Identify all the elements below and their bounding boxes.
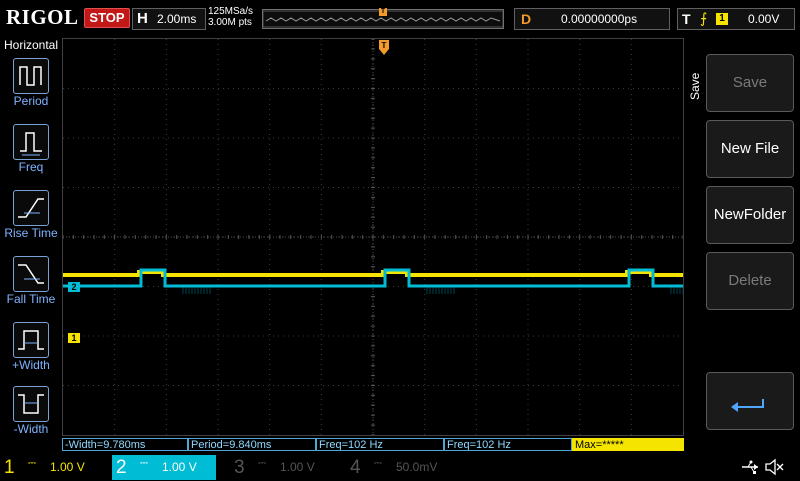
delay-box[interactable]: D 0.00000000ps (514, 8, 670, 30)
speaker-muted-icon[interactable] (764, 458, 784, 481)
dc-coupling-icon: ⎓ (28, 458, 36, 469)
svg-text:T: T (382, 41, 387, 50)
measurement-freq-1[interactable]: Freq=102 Hz (316, 438, 444, 451)
rise-time-icon (13, 190, 49, 226)
fall-time-icon (13, 256, 49, 292)
measure-menu-title: Horizontal (3, 38, 59, 52)
measure-rise-time-label: Rise Time (4, 226, 58, 240)
measurement-max[interactable]: Max=***** (572, 438, 684, 451)
channel-1-trace (63, 270, 683, 277)
channel-3-scale: 1.00 V (280, 460, 315, 474)
measure-period-label: Period (13, 94, 49, 108)
new-folder-button[interactable]: NewFolder (706, 186, 794, 244)
rising-edge-icon: ⨍ (700, 10, 708, 26)
channel-4-indicator[interactable]: 4 ⎓ 50.0mV (346, 455, 458, 480)
channel-4-number: 4 (350, 457, 361, 478)
waveform-display[interactable] (62, 38, 699, 436)
freq-icon (13, 124, 49, 160)
save-menu-title: Save (688, 72, 702, 100)
delay-label: D (521, 11, 532, 27)
trigger-source: 1 (716, 13, 728, 25)
channel-bar: 1 ⎓ 1.00 V 2 ⎓ 1.00 V 3 ⎓ 1.00 V 4 ⎓ 50.… (0, 455, 800, 480)
trigger-level: 0.00V (748, 12, 780, 26)
delay-value: 0.00000000ps (561, 12, 638, 26)
horizontal-label: H (137, 10, 148, 27)
measure-period[interactable]: Period (0, 56, 62, 120)
measure-neg-width-label: -Width (13, 422, 49, 436)
channel-1-scale: 1.00 V (50, 460, 85, 474)
dc-coupling-icon: ⎓ (140, 458, 148, 469)
save-button[interactable]: Save (706, 54, 794, 112)
graticule (62, 38, 699, 436)
sample-rate: 125MSa/s (208, 6, 254, 17)
enter-arrow-icon (731, 399, 764, 412)
channel-3-number: 3 (234, 457, 245, 478)
channel-3-indicator[interactable]: 3 ⎓ 1.00 V (230, 455, 342, 480)
memory-depth: 3.00M pts (208, 17, 252, 28)
channel-4-scale: 50.0mV (396, 460, 438, 474)
trigger-label: T (682, 11, 691, 27)
new-file-button[interactable]: New File (706, 120, 794, 178)
measurement-bar: -Width=9.780ms Period=9.840ms Freq=102 H… (62, 438, 684, 453)
measure-rise-time[interactable]: Rise Time (0, 188, 62, 252)
measurement-neg-width[interactable]: -Width=9.780ms (62, 438, 188, 451)
measure-freq-label: Freq (18, 160, 44, 174)
measurement-freq-2[interactable]: Freq=102 Hz (444, 438, 572, 451)
overview-trigger-marker: T (379, 8, 387, 16)
usb-icon (740, 459, 760, 480)
ch2-ground-marker[interactable]: 2 (68, 282, 80, 292)
trigger-position-marker[interactable]: T (379, 40, 389, 56)
measure-pos-width-label: +Width (12, 358, 50, 372)
waveform-overview-bar: T (262, 8, 504, 29)
enter-button[interactable] (706, 372, 794, 430)
channel-1-indicator[interactable]: 1 ⎓ 1.00 V (0, 455, 112, 480)
run-stop-status[interactable]: STOP (84, 8, 130, 28)
channel-2-number: 2 (116, 457, 127, 478)
measure-neg-width[interactable]: -Width (0, 384, 62, 448)
measurement-period[interactable]: Period=9.840ms (188, 438, 316, 451)
measure-pos-width[interactable]: +Width (0, 320, 62, 384)
ch1-ground-marker[interactable]: 1 (68, 333, 80, 343)
dc-coupling-icon: ⎓ (374, 458, 382, 469)
channel-1-number: 1 (4, 457, 15, 478)
trigger-box[interactable]: T ⨍ 1 0.00V (677, 8, 795, 30)
channel-2-scale: 1.00 V (162, 460, 197, 474)
horizontal-timebase-box[interactable]: H 2.00ms (132, 8, 206, 30)
measure-freq[interactable]: Freq (0, 122, 62, 186)
channel-2-indicator[interactable]: 2 ⎓ 1.00 V (112, 455, 216, 480)
neg-width-icon (13, 386, 49, 422)
acquisition-info: 125MSa/s 3.00M pts (208, 6, 253, 28)
timebase-value: 2.00ms (157, 12, 197, 26)
pos-width-icon (13, 322, 49, 358)
dc-coupling-icon: ⎓ (258, 458, 266, 469)
measure-fall-time[interactable]: Fall Time (0, 254, 62, 318)
measure-fall-time-label: Fall Time (6, 292, 56, 306)
delete-button[interactable]: Delete (706, 252, 794, 310)
top-status-bar: RIGOL STOP H 2.00ms 125MSa/s 3.00M pts T… (0, 0, 800, 36)
brand-logo: RIGOL (6, 5, 79, 29)
period-icon (13, 58, 49, 94)
